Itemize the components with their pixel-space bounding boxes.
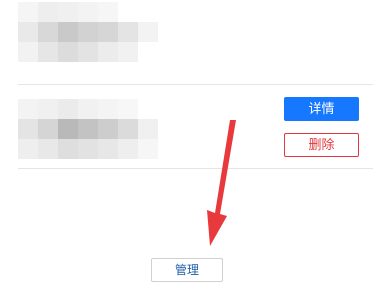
redacted-content <box>18 99 158 159</box>
delete-button[interactable]: 删除 <box>284 133 359 157</box>
list-item: 详情 删除 <box>0 85 373 170</box>
page: 详情 删除 管理 <box>0 0 373 295</box>
manage-button[interactable]: 管理 <box>151 258 223 282</box>
list-item <box>0 0 373 85</box>
detail-button[interactable]: 详情 <box>284 97 359 121</box>
redacted-content <box>18 2 158 62</box>
annotation-arrow-icon <box>207 120 236 246</box>
